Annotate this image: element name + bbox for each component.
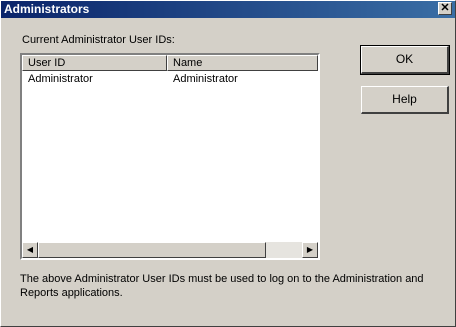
column-header-name[interactable]: Name (167, 55, 318, 71)
arrow-right-icon: ▶ (306, 245, 314, 254)
cell-name: Administrator (173, 73, 238, 85)
title-bar[interactable]: Administrators ✕ (0, 0, 456, 18)
admin-list-label: Current Administrator User IDs: (22, 34, 175, 46)
admin-list-view[interactable]: User ID Name Administrator Administrator… (20, 53, 320, 260)
scroll-right-button[interactable]: ▶ (302, 242, 318, 258)
arrow-left-icon: ◀ (26, 245, 34, 254)
scroll-left-button[interactable]: ◀ (22, 242, 38, 258)
horizontal-scrollbar[interactable]: ◀ ▶ (22, 242, 318, 258)
close-button[interactable]: ✕ (438, 2, 452, 15)
scrollbar-thumb[interactable] (38, 242, 266, 258)
window-title: Administrators (4, 2, 90, 16)
ok-button[interactable]: OK (360, 45, 450, 75)
table-row[interactable]: Administrator Administrator (22, 72, 318, 87)
cell-user-id: Administrator (28, 73, 93, 85)
info-text: The above Administrator User IDs must be… (20, 273, 424, 299)
help-button[interactable]: Help (361, 86, 449, 114)
list-header: User ID Name (22, 55, 318, 71)
column-header-user-id[interactable]: User ID (22, 55, 167, 71)
